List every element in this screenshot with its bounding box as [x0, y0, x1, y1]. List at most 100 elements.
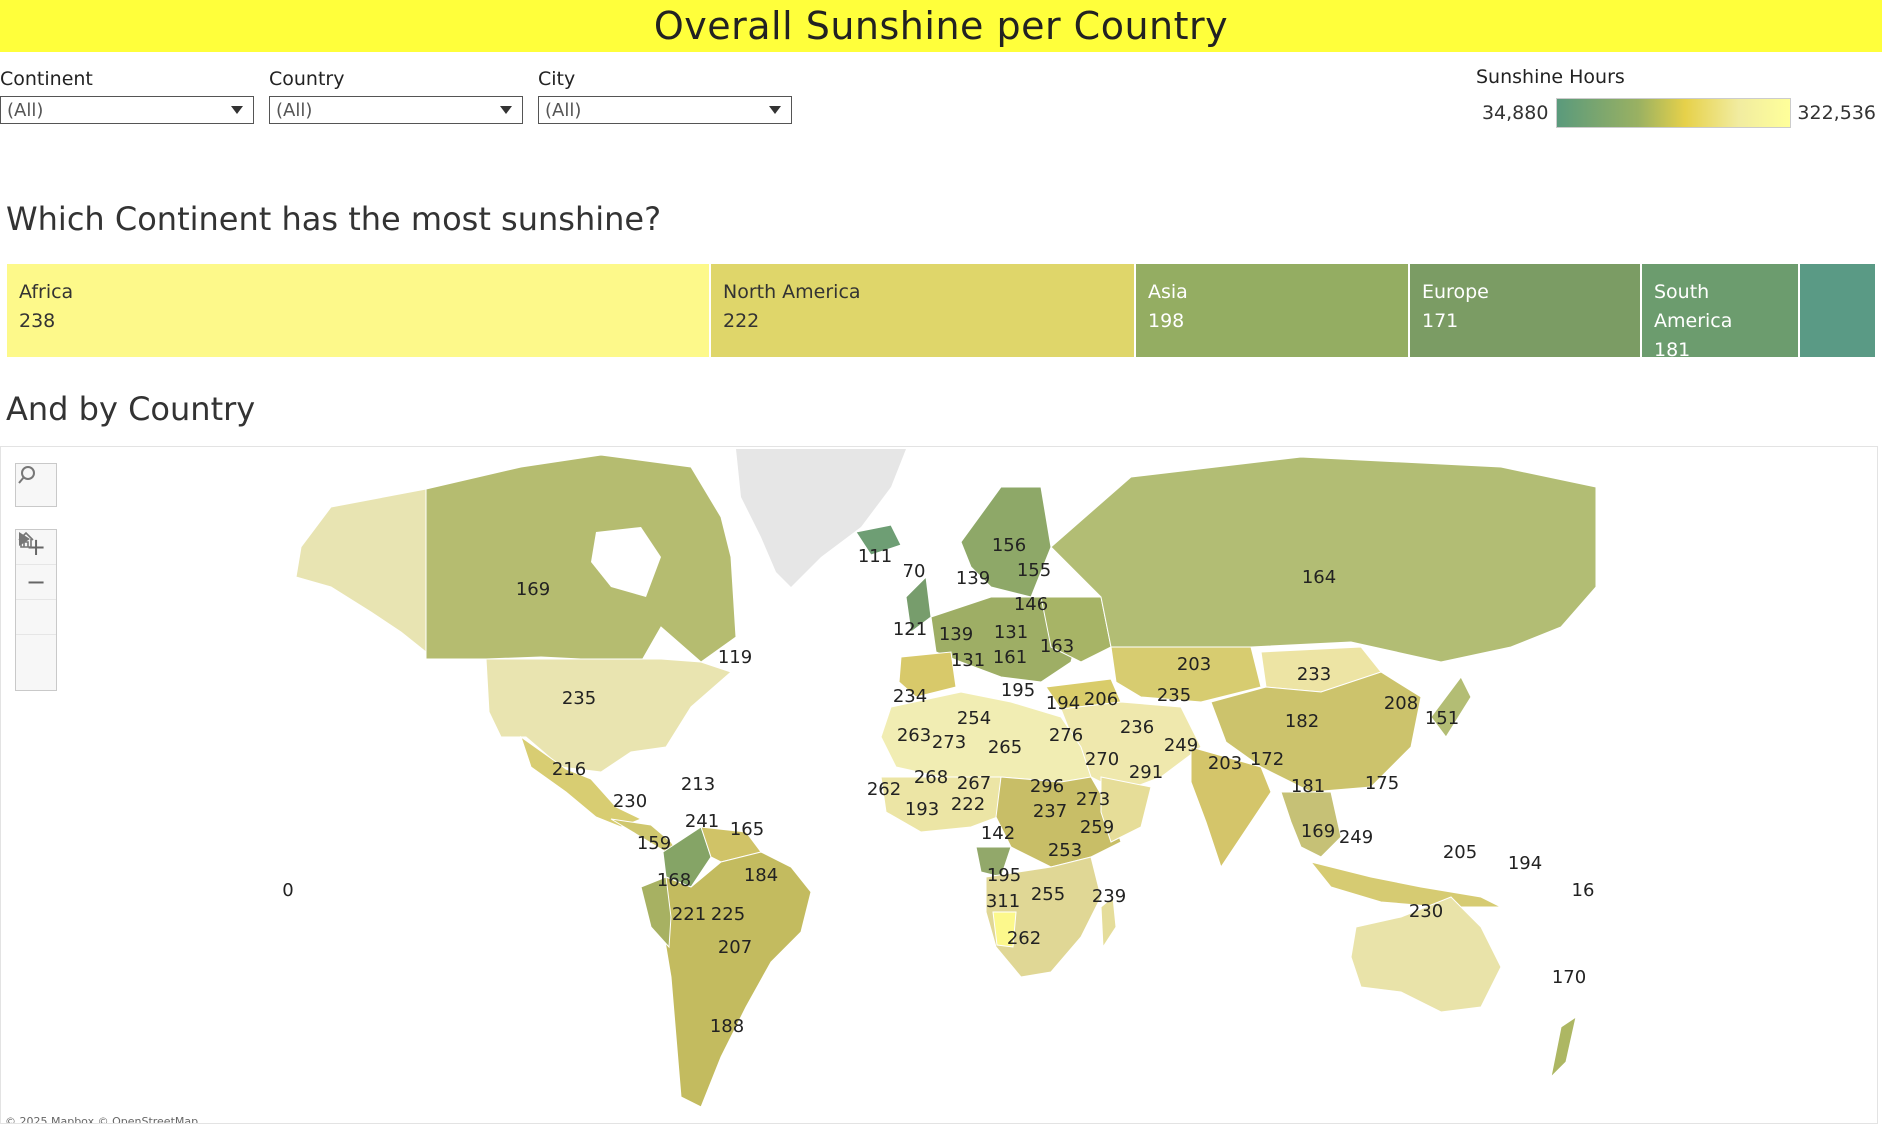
- country-value-label: 234: [893, 686, 927, 707]
- tile-value: 222: [723, 310, 760, 332]
- country-dropdown-value: (All): [276, 99, 313, 121]
- country-value-label: 142: [981, 823, 1015, 844]
- country-value-label: 175: [1365, 773, 1399, 794]
- country-section-title: And by Country: [6, 390, 256, 428]
- legend-min: 34,880: [1481, 102, 1549, 124]
- country-value-label: 156: [992, 535, 1026, 556]
- country-value-label: 182: [1285, 711, 1319, 732]
- legend-title: Sunshine Hours: [1476, 66, 1625, 88]
- country-value-label: 216: [552, 759, 586, 780]
- city-dropdown-value: (All): [545, 99, 582, 121]
- country-value-label: 207: [718, 937, 752, 958]
- country-value-label: 239: [1092, 886, 1126, 907]
- country-value-label: 165: [730, 819, 764, 840]
- country-value-label: 206: [1084, 689, 1118, 710]
- treemap-tile-africa[interactable]: Africa 238: [7, 264, 711, 357]
- russia-shape: [1050, 456, 1597, 663]
- country-value-label: 70: [903, 561, 926, 582]
- country-value-label: 296: [1030, 776, 1064, 797]
- country-value-label: 270: [1085, 749, 1119, 770]
- zoom-out-button[interactable]: −: [16, 564, 56, 599]
- country-value-label: 169: [1301, 821, 1335, 842]
- map-search-button[interactable]: [15, 463, 57, 507]
- tile-name: North America: [723, 281, 861, 303]
- country-value-label: 170: [1552, 967, 1586, 988]
- treemap-tile-asia[interactable]: Asia 198: [1136, 264, 1410, 357]
- canada-shape: [425, 454, 737, 663]
- country-value-label: 151: [1425, 708, 1459, 729]
- country-value-label: 181: [1291, 776, 1325, 797]
- play-arrow-icon: [19, 532, 30, 546]
- country-value-label: 291: [1129, 762, 1163, 783]
- country-value-label: 273: [932, 732, 966, 753]
- continent-dropdown[interactable]: (All): [0, 96, 254, 124]
- country-value-label: 203: [1208, 753, 1242, 774]
- dropdown-arrow-icon: [500, 106, 512, 114]
- country-value-label: 131: [951, 650, 985, 671]
- map-attribution: © 2025 Mapbox © OpenStreetMap: [5, 1115, 199, 1123]
- country-value-label: 241: [685, 811, 719, 832]
- country-value-label: 235: [1157, 685, 1191, 706]
- country-value-label: 263: [897, 725, 931, 746]
- country-value-label: 225: [711, 904, 745, 925]
- continent-dropdown-value: (All): [7, 99, 44, 121]
- country-value-label: 208: [1384, 693, 1418, 714]
- country-value-label: 194: [1046, 693, 1080, 714]
- country-filter-label: Country: [269, 68, 345, 90]
- country-value-label: 121: [893, 619, 927, 640]
- country-dropdown[interactable]: (All): [269, 96, 523, 124]
- continent-filter-label: Continent: [0, 68, 93, 90]
- country-value-label: 255: [1031, 884, 1065, 905]
- treemap-tile-europe[interactable]: Europe 171: [1410, 264, 1642, 357]
- country-filter: Country (All): [269, 66, 523, 124]
- dashboard-title: Overall Sunshine per Country: [653, 4, 1229, 48]
- country-value-label: 311: [986, 891, 1020, 912]
- country-value-label: 233: [1297, 664, 1331, 685]
- country-value-label: 195: [1001, 680, 1035, 701]
- dashboard-header: Overall Sunshine per Country: [0, 0, 1882, 52]
- country-value-label: 131: [994, 622, 1028, 643]
- country-value-label: 262: [1007, 928, 1041, 949]
- country-value-label: 168: [657, 870, 691, 891]
- treemap-tile-south-america[interactable]: South America 181: [1642, 264, 1800, 361]
- country-value-label: 253: [1048, 840, 1082, 861]
- dropdown-arrow-icon: [769, 106, 781, 114]
- treemap-tile-north-america[interactable]: North America 222: [711, 264, 1136, 357]
- country-value-label: 16: [1572, 880, 1595, 901]
- country-value-label: 111: [858, 546, 892, 567]
- tile-name: South America: [1654, 281, 1733, 332]
- world-map-svg[interactable]: 169 235 216 119 230 213 241 165 159 168 184 221 225 2…: [1, 447, 1878, 1124]
- country-value-label: 273: [1076, 789, 1110, 810]
- country-map[interactable]: 169 235 216 119 230 213 241 165 159 168 184 221 225 2…: [0, 446, 1878, 1124]
- tile-name: Europe: [1422, 281, 1489, 303]
- treemap-tile-oceania[interactable]: [1800, 264, 1875, 357]
- usa-shape: [485, 658, 732, 773]
- country-value-label: 139: [939, 624, 973, 645]
- country-value-label: 169: [516, 579, 550, 600]
- sunshine-color-legend: Sunshine Hours 34,880 322,536: [1476, 66, 1876, 128]
- country-value-label: 237: [1033, 801, 1067, 822]
- country-value-label: 163: [1040, 636, 1074, 657]
- country-value-label: 265: [988, 737, 1022, 758]
- country-value-label: 221: [672, 904, 706, 925]
- alaska-shape: [295, 488, 427, 654]
- city-dropdown[interactable]: (All): [538, 96, 792, 124]
- tile-value: 238: [19, 310, 56, 332]
- country-value-label: 184: [744, 865, 778, 886]
- country-value-label: 205: [1443, 842, 1477, 863]
- dropdown-arrow-icon: [231, 106, 243, 114]
- reset-home-button[interactable]: [16, 531, 56, 634]
- country-value-label: 0: [282, 880, 293, 901]
- country-value-label: 222: [951, 794, 985, 815]
- country-value-label: 194: [1508, 853, 1542, 874]
- continent-filter: Continent (All): [0, 66, 254, 124]
- country-value-label: 267: [957, 773, 991, 794]
- country-value-label: 262: [867, 779, 901, 800]
- tile-name: Africa: [19, 281, 74, 303]
- pan-mode-button[interactable]: [16, 532, 56, 669]
- country-value-label: 259: [1080, 817, 1114, 838]
- country-value-label: 164: [1302, 567, 1336, 588]
- country-value-label: 249: [1164, 735, 1198, 756]
- country-value-label: 213: [681, 774, 715, 795]
- country-value-label: 230: [613, 791, 647, 812]
